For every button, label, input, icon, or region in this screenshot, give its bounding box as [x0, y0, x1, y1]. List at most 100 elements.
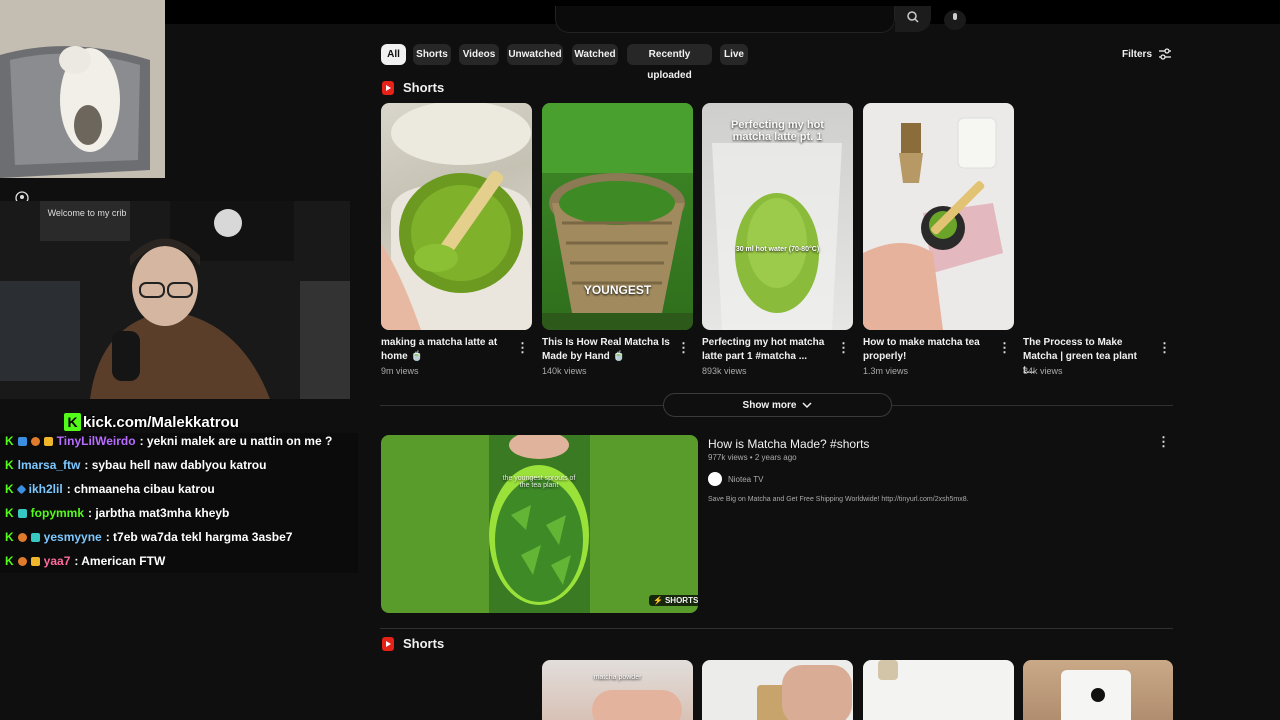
matcha-tin-image [381, 103, 531, 330]
shorts-badge-label: SHORTS [664, 596, 698, 605]
short-title-3[interactable]: Perfecting my hot matcha latte part 1 #m… [702, 336, 830, 364]
chip-shorts[interactable]: Shorts [413, 44, 451, 65]
hand-image [782, 665, 852, 720]
short-title-4[interactable]: How to make matcha tea properly! [863, 336, 991, 364]
kick-url-banner: K kick.com/Malekkatrou [64, 411, 239, 433]
video-description: Save Big on Matcha and Get Free Shipping… [708, 496, 969, 503]
short-title-1[interactable]: making a matcha latte at home 🍵 [381, 336, 509, 364]
kick-badge-icon: K [5, 434, 14, 448]
channel-row[interactable]: Niotea TV [708, 472, 763, 486]
show-more-label: Show more [742, 399, 797, 411]
filters-button[interactable]: Filters [1122, 48, 1172, 60]
chat-username[interactable]: lmarsa_ftw [18, 458, 81, 472]
more-options-icon[interactable]: ⋮ [1157, 434, 1170, 450]
kick-badge-icon: K [5, 482, 14, 496]
video-thumbnail[interactable]: the youngest sprouts of the tea plant ⚡ S… [381, 435, 698, 613]
short-title-2[interactable]: This Is How Real Matcha Is Made by Hand … [542, 336, 670, 364]
short-views-5: 84k views [1023, 366, 1063, 376]
short-thumbnail-9[interactable] [1023, 660, 1173, 720]
chat-message: K lmarsa_ftw : sybau hell naw dablyou ka… [5, 458, 266, 472]
short-overlay-text: YOUNGEST [583, 283, 652, 297]
chat-username[interactable]: yaa7 [44, 554, 71, 568]
shorts-heading-label: Shorts [403, 80, 445, 95]
shorts-section-heading-2: Shorts [382, 636, 444, 651]
badge-icon [30, 436, 40, 446]
short-overlay-title: Perfecting my hot matcha latte pt. 1 [731, 119, 824, 143]
chip-watched[interactable]: Watched [572, 44, 618, 65]
webcam-sign-text: Welcome to my crib [47, 208, 127, 218]
show-more-button[interactable]: Show more [663, 393, 892, 417]
filters-label: Filters [1122, 48, 1153, 60]
chat-message: K ikh2lil : chmaaneha cibau katrou [5, 482, 215, 496]
more-options-icon[interactable]: ⋮ [677, 340, 690, 356]
chat-username[interactable]: ikh2lil [29, 482, 63, 496]
search-button[interactable] [895, 6, 931, 32]
chat-username[interactable]: TinyLilWeirdo [57, 434, 136, 448]
kick-badge-icon: K [5, 530, 14, 544]
badge-icon [43, 436, 53, 446]
short-views-1: 9m views [381, 366, 419, 376]
chip-unwatched[interactable]: Unwatched [507, 44, 563, 65]
more-options-icon[interactable]: ⋮ [837, 340, 850, 356]
cat-camera [0, 0, 165, 178]
stream-chat: K TinyLilWeirdo : yekni malek are u natt… [0, 433, 358, 573]
machine-button-image [1091, 688, 1105, 702]
kick-logo-icon: K [64, 413, 81, 431]
video-meta: 977k views • 2 years ago [708, 453, 797, 462]
chat-text: : jarbtha mat3mha kheyb [88, 506, 230, 520]
kick-badge-icon: K [5, 506, 14, 520]
chip-videos[interactable]: Videos [459, 44, 499, 65]
more-options-icon[interactable]: ⋮ [516, 340, 529, 356]
shorts-logo-icon [382, 80, 394, 95]
section-divider [380, 628, 1173, 629]
chat-text: : American FTW [74, 554, 166, 568]
chip-recently-uploaded[interactable]: Recently uploaded [627, 44, 712, 81]
streamer-image [0, 201, 350, 399]
chat-message: K yesmyyne : t7eb wa7da tekl hargma 3asb… [5, 530, 292, 544]
lightning-icon: ⚡ [653, 596, 663, 605]
sliders-icon [1159, 48, 1172, 60]
diamond-badge-icon [16, 484, 27, 494]
short-thumbnail-1[interactable] [381, 103, 532, 330]
voice-search-button[interactable] [944, 10, 966, 30]
short-thumbnail-8[interactable] [863, 660, 1014, 720]
short-thumbnail-3[interactable]: Perfecting my hot matcha latte pt. 1 30 … [702, 103, 853, 330]
chip-all[interactable]: All [381, 44, 406, 65]
short-thumbnail-2[interactable]: YOUNGEST [542, 103, 693, 330]
cup-image [878, 660, 898, 680]
video-title[interactable]: How is Matcha Made? #shorts [708, 437, 869, 451]
hand-image [592, 690, 682, 720]
chevron-down-icon [802, 402, 812, 409]
short-overlay-text: matcha powder [593, 674, 642, 681]
short-views-2: 140k views [542, 366, 587, 376]
badge-icon [17, 556, 27, 566]
short-thumbnail-7[interactable] [702, 660, 853, 720]
shorts-logo-icon [382, 636, 394, 651]
badge-icon [17, 436, 27, 446]
matcha-bowl-image [863, 117, 1003, 330]
video-overlay-text: the youngest sprouts of the tea plant [502, 475, 576, 489]
kick-badge-icon: K [5, 458, 14, 472]
chat-message: K fopymmk : jarbtha mat3mha kheyb [5, 506, 229, 520]
chat-text: : chmaaneha cibau katrou [66, 482, 215, 496]
channel-avatar[interactable] [708, 472, 722, 486]
chat-username[interactable]: yesmyyne [44, 530, 102, 544]
short-thumbnail-6[interactable]: matcha powder [542, 660, 693, 720]
chat-message: K TinyLilWeirdo : yekni malek are u natt… [5, 434, 332, 448]
shorts-section-heading: Shorts [382, 80, 444, 95]
short-views-4: 1.3m views [863, 366, 909, 376]
chat-text: : t7eb wa7da tekl hargma 3asbe7 [105, 530, 293, 544]
short-thumbnail-4[interactable] [863, 103, 1014, 330]
more-options-icon[interactable]: ⋮ [998, 340, 1011, 356]
more-options-icon[interactable]: ⋮ [1158, 340, 1171, 356]
cat-image [0, 0, 165, 178]
chip-live[interactable]: Live [720, 44, 748, 65]
channel-name[interactable]: Niotea TV [728, 475, 763, 484]
search-input[interactable] [555, 6, 895, 33]
chat-username[interactable]: fopymmk [31, 506, 84, 520]
kick-url-text: kick.com/Malekkatrou [83, 413, 239, 431]
chat-message: K yaa7 : American FTW [5, 554, 165, 568]
kick-badge-icon: K [5, 554, 14, 568]
badge-icon [17, 532, 27, 542]
chat-text: : sybau hell naw dablyou katrou [84, 458, 267, 472]
